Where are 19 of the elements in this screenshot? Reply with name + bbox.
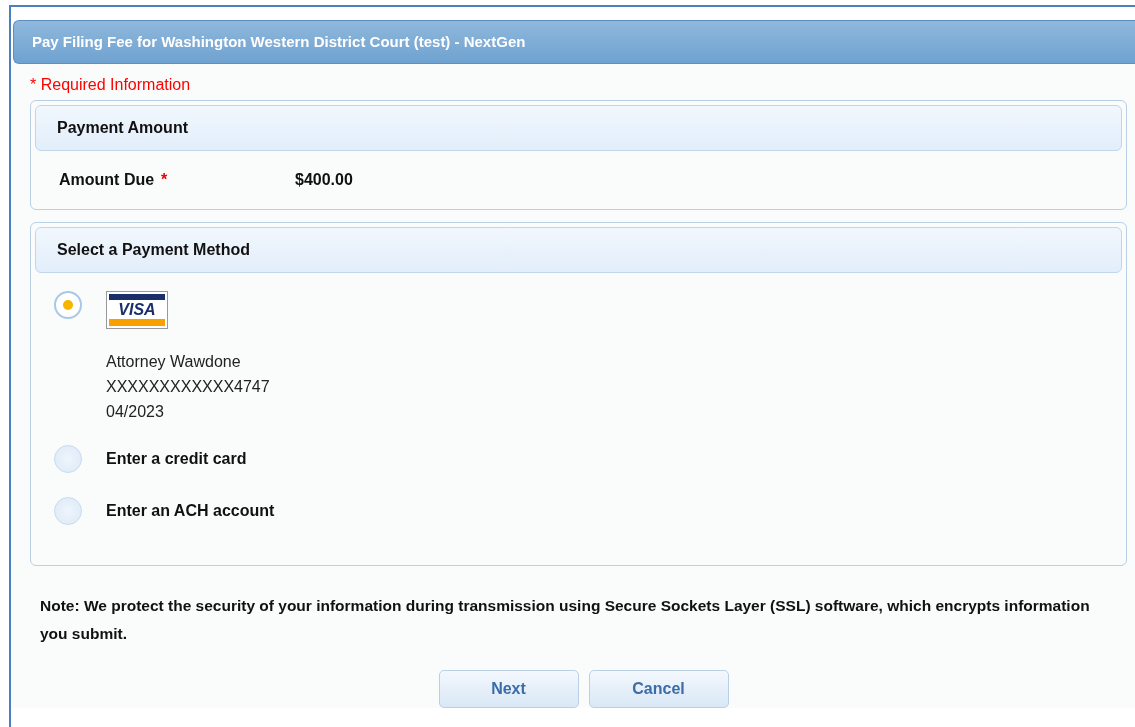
- card-detail: 04/2023: [106, 403, 165, 421]
- card-logo: VISA: [106, 291, 168, 329]
- amount-value: $400.00: [295, 171, 353, 189]
- form-button[interactable]: Next: [438, 670, 579, 708]
- option-label: Enter a credit card: [106, 449, 247, 469]
- option-label: Enter an ACH account: [106, 501, 275, 521]
- section-header: Payment Amount: [35, 105, 1122, 151]
- security-note: Note: We protect the security of your information during transmission using Secure Sockets Layer (SSL) software, which encrypts information you submit.: [40, 596, 1091, 644]
- field-label: Amount Due: [59, 171, 155, 189]
- required-note: * Required Information: [30, 76, 191, 94]
- section-header: Select a Payment Method: [35, 227, 1122, 273]
- card-detail: XXXXXXXXXXXX4747: [106, 378, 270, 396]
- required-mark: *: [161, 171, 168, 189]
- radio-button[interactable]: [54, 445, 82, 473]
- window-title: Pay Filing Fee for Washington Western District Court (test) - NextGen: [13, 20, 1135, 64]
- radio-button[interactable]: [54, 291, 82, 319]
- card-detail: Attorney Wawdone: [106, 353, 242, 371]
- form-button[interactable]: Cancel: [588, 670, 729, 708]
- radio-button[interactable]: [54, 497, 82, 525]
